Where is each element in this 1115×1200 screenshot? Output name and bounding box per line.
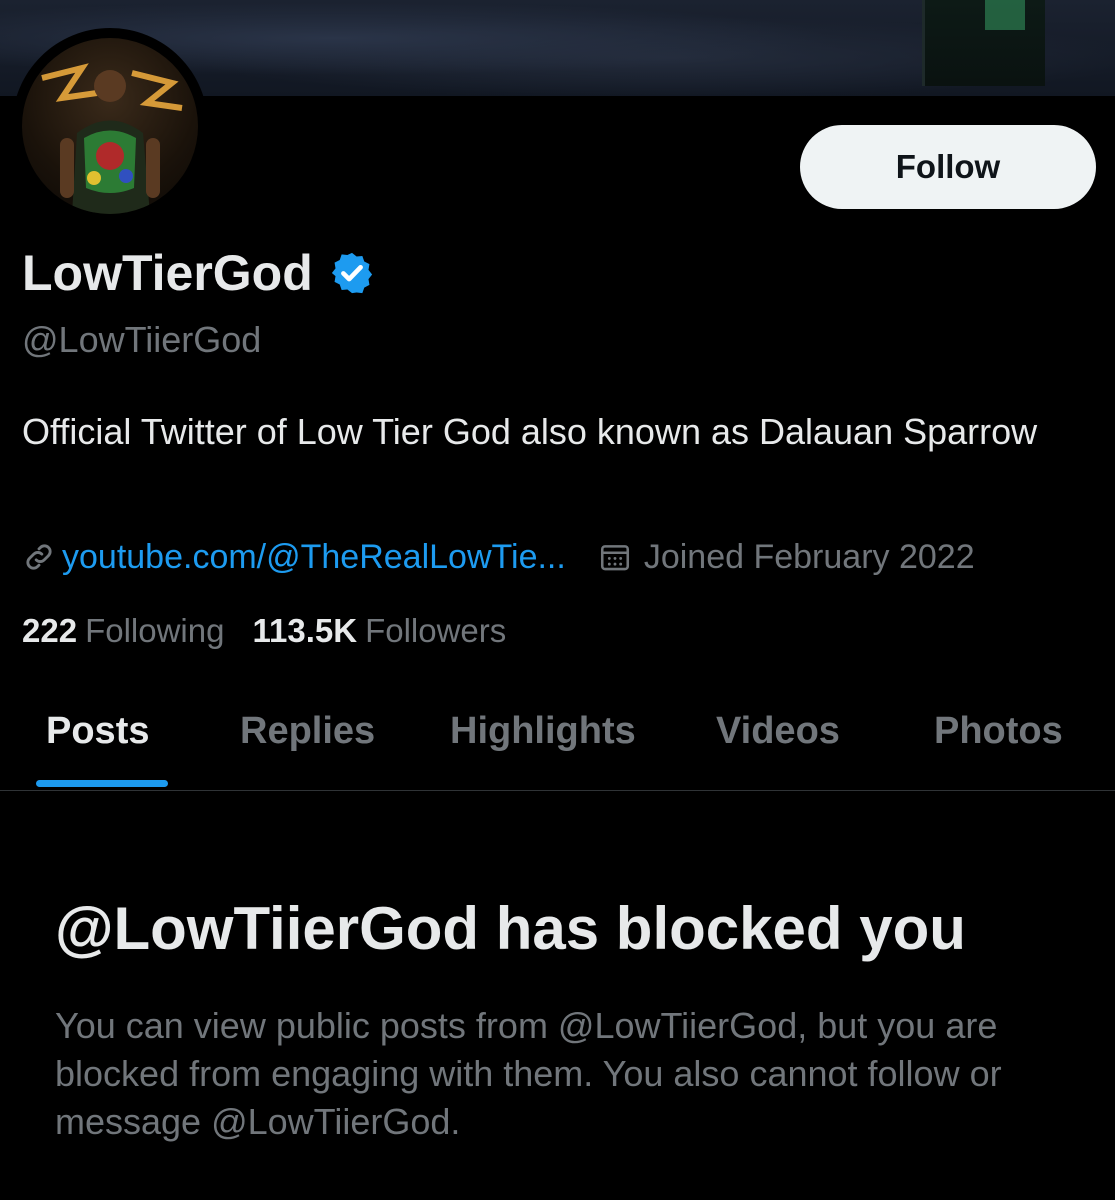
avatar[interactable] — [22, 38, 198, 214]
tab-posts[interactable]: Posts — [46, 710, 149, 753]
tab-videos[interactable]: Videos — [716, 710, 840, 753]
joined-text: Joined February 2022 — [643, 537, 975, 576]
profile-meta: youtube.com/@TheRealLowTie... Joined Feb… — [22, 534, 975, 580]
joined-date: Joined February 2022 — [598, 538, 975, 577]
active-tab-indicator — [36, 780, 168, 787]
profile-link[interactable]: youtube.com/@TheRealLowTie... — [22, 538, 566, 577]
tab-photos[interactable]: Photos — [934, 710, 1063, 753]
followers-label: Followers — [365, 612, 507, 649]
display-name: LowTierGod — [22, 245, 313, 301]
profile-tabs: Posts Replies Highlights Videos Photos — [0, 696, 1115, 791]
profile-bio: Official Twitter of Low Tier God also kn… — [22, 411, 1038, 452]
banner-window — [922, 0, 1045, 86]
profile-link-text[interactable]: youtube.com/@TheRealLowTie... — [62, 538, 566, 577]
profile-name-row: LowTierGod — [22, 244, 375, 302]
avatar-image — [41, 63, 183, 214]
following-stat[interactable]: 222 Following — [22, 612, 224, 650]
link-icon — [26, 544, 52, 570]
profile-handle: @LowTiierGod — [22, 319, 262, 360]
following-count: 222 — [22, 612, 78, 649]
following-label: Following — [85, 612, 225, 649]
followers-count: 113.5K — [252, 612, 358, 649]
follow-button[interactable]: Follow — [800, 125, 1096, 209]
tab-replies[interactable]: Replies — [240, 710, 375, 753]
blocked-title: @LowTiierGod has blocked you — [55, 895, 966, 962]
tab-highlights[interactable]: Highlights — [450, 710, 636, 753]
verified-badge-icon[interactable] — [329, 250, 375, 296]
blocked-message: You can view public posts from @LowTiier… — [55, 1005, 1002, 1142]
followers-stat[interactable]: 113.5K Followers — [252, 612, 506, 650]
calendar-icon — [600, 545, 629, 571]
follow-stats: 222 Following 113.5K Followers — [22, 612, 534, 650]
